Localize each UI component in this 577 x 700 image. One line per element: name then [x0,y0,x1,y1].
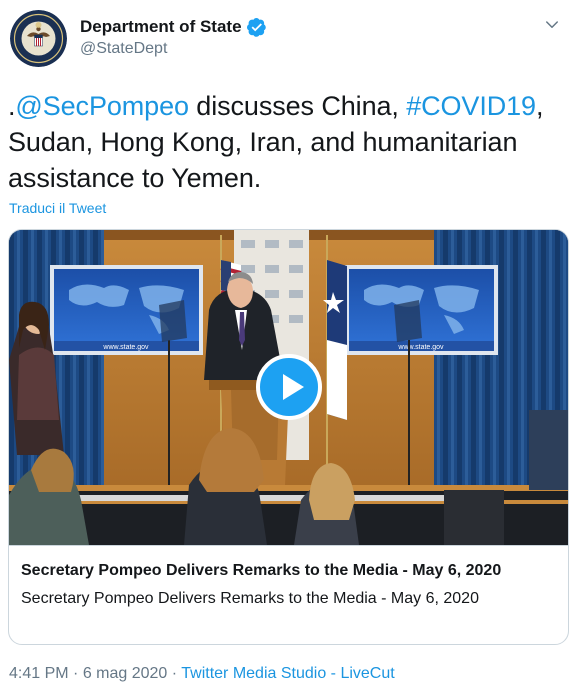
avatar[interactable] [10,10,67,67]
state-department-seal-icon [10,10,67,67]
author-display-name-row[interactable]: Department of State [80,17,267,37]
hashtag-link[interactable]: #COVID19 [406,91,536,121]
tweet-text: .@SecPompeo discusses China, #COVID19, S… [8,88,568,196]
meta-separator: · [68,665,83,682]
tweet-header: Department of State @StateDept [10,10,567,70]
author-handle[interactable]: @StateDept [80,40,267,58]
play-button[interactable] [256,354,322,420]
tweet-date[interactable]: 6 mag 2020 [83,665,168,682]
meta-separator: · [167,665,182,682]
tweet-source-link[interactable]: Twitter Media Studio - LiveCut [181,665,394,682]
left-screen-url: www.state.gov [102,344,149,351]
mention-link[interactable]: @SecPompeo [15,91,189,121]
verified-badge-icon [246,18,266,37]
video-card[interactable]: www.state.gov www.state.gov Secretary Po… [8,229,569,645]
tweet-text-part-1: discusses China, [188,91,407,121]
translate-tweet-link[interactable]: Traduci il Tweet [9,200,106,216]
tweet-meta: 4:41 PM · 6 mag 2020 · Twitter Media Stu… [9,665,395,683]
tweet-time[interactable]: 4:41 PM [9,665,69,682]
play-icon [283,374,304,400]
card-body[interactable]: Secretary Pompeo Delivers Remarks to the… [9,545,568,644]
card-description: Secretary Pompeo Delivers Remarks to the… [21,590,479,607]
video-thumbnail[interactable]: www.state.gov www.state.gov [9,230,568,545]
author-info: Department of State @StateDept [80,17,267,58]
right-screen-url: www.state.gov [397,344,444,351]
author-display-name[interactable]: Department of State [80,17,242,37]
chevron-down-icon[interactable] [543,16,561,34]
card-title[interactable]: Secretary Pompeo Delivers Remarks to the… [21,560,558,582]
